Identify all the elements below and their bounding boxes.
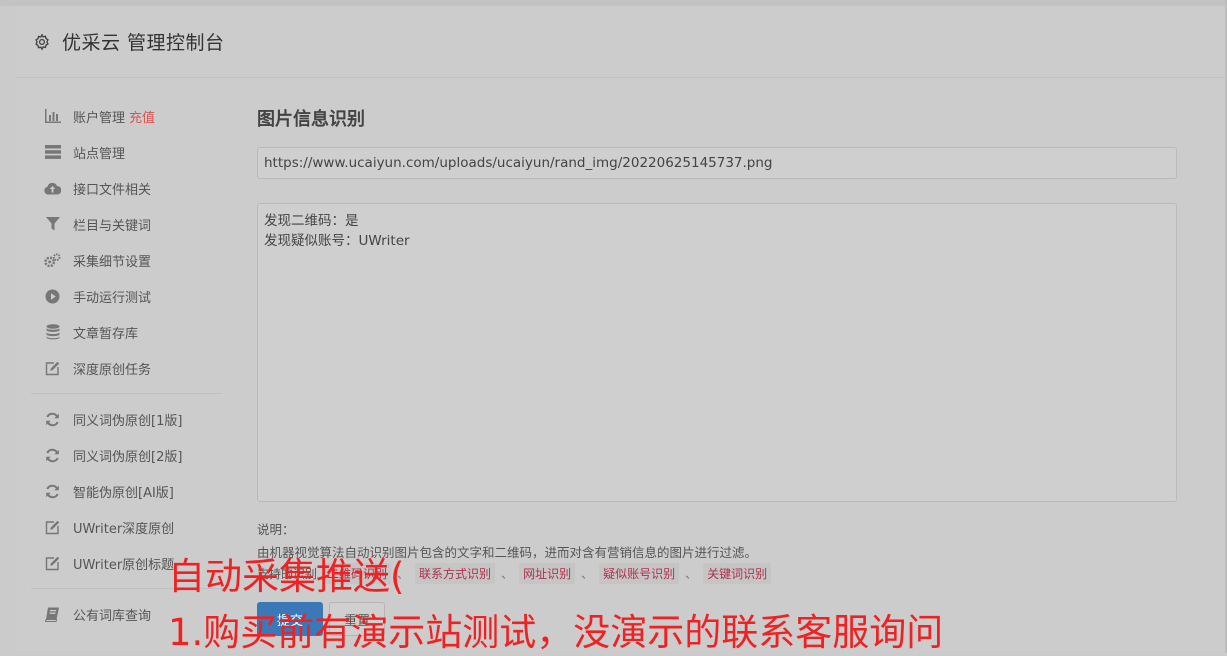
sidebar-item-public-lexicon[interactable]: 公有词库查询 bbox=[31, 596, 222, 632]
supported-recognition-tags: 支持的识别 二维码识别 、 联系方式识别 、 网址识别 、 疑似账号识别 、 关… bbox=[257, 563, 772, 584]
sidebar-item-label: 站点管理 bbox=[73, 146, 126, 162]
tags-prefix: 支持的识别 bbox=[257, 567, 318, 581]
page-header: 优采云 管理控制台 bbox=[15, 6, 1226, 78]
tag-contact: 联系方式识别 bbox=[415, 563, 496, 584]
sidebar-item-article-storage[interactable]: 文章暂存库 bbox=[31, 314, 222, 350]
sidebar-divider bbox=[31, 588, 222, 589]
note-label: 说明： bbox=[257, 522, 295, 537]
sidebar-item-label: 接口文件相关 bbox=[73, 182, 152, 198]
recognition-result-textarea[interactable]: 发现二维码：是 发现疑似账号：UWriter bbox=[257, 203, 1177, 502]
sidebar-item-deep-original-task[interactable]: 深度原创任务 bbox=[31, 350, 222, 386]
sidebar-item-label: 深度原创任务 bbox=[73, 362, 152, 378]
sidebar-item-label: 智能伪原创[AI版] bbox=[73, 485, 174, 501]
tag-separator: 、 bbox=[501, 567, 514, 581]
admin-console: 优采云 管理控制台 账户管理 充值 站点管理 接口文件相关 栏目与关键词 采集细… bbox=[15, 6, 1226, 653]
tag-qrcode: 二维码识别 bbox=[323, 563, 392, 584]
sidebar-item-synonym-v2[interactable]: 同义词伪原创[2版] bbox=[31, 437, 222, 473]
bar-chart-icon bbox=[44, 108, 61, 125]
book-icon bbox=[44, 606, 61, 623]
tag-keyword: 关键词识别 bbox=[703, 563, 772, 584]
edit-icon bbox=[44, 519, 61, 536]
refresh-icon bbox=[44, 483, 61, 500]
sidebar-item-label: 手动运行测试 bbox=[73, 290, 152, 306]
sidebar-item-label: UWriter深度原创 bbox=[73, 521, 175, 537]
refresh-icon bbox=[44, 411, 61, 428]
sidebar-item-sites[interactable]: 站点管理 bbox=[31, 134, 222, 170]
sidebar-item-label: 同义词伪原创[1版] bbox=[73, 413, 183, 429]
sidebar-item-uwriter-deep[interactable]: UWriter深度原创 bbox=[31, 509, 222, 545]
sidebar-item-synonym-v1[interactable]: 同义词伪原创[1版] bbox=[31, 401, 222, 437]
submit-button[interactable]: 提交 bbox=[257, 602, 323, 636]
tag-separator: 、 bbox=[397, 567, 410, 581]
sidebar-item-collect-settings[interactable]: 采集细节设置 bbox=[31, 242, 222, 278]
sidebar-item-label: 文章暂存库 bbox=[73, 326, 139, 342]
cloud-upload-icon bbox=[44, 180, 61, 197]
sidebar-item-label: 采集细节设置 bbox=[73, 254, 152, 270]
section-title: 图片信息识别 bbox=[257, 109, 365, 130]
sidebar-item-label: UWriter原创标题 bbox=[73, 557, 175, 573]
sidebar-item-label: 同义词伪原创[2版] bbox=[73, 449, 183, 465]
refresh-icon bbox=[44, 447, 61, 464]
sidebar-item-manual-test[interactable]: 手动运行测试 bbox=[31, 278, 222, 314]
sidebar-item-label: 账户管理 bbox=[73, 110, 126, 126]
sidebar-item-uwriter-title[interactable]: UWriter原创标题 bbox=[31, 545, 222, 581]
sidebar-item-label: 栏目与关键词 bbox=[73, 218, 152, 234]
page-title: 优采云 管理控制台 bbox=[62, 32, 225, 54]
database-icon bbox=[44, 324, 61, 341]
note-description: 由机器视觉算法自动识别图片包含的文字和二维码，进而对含有营销信息的图片进行过滤。 bbox=[257, 545, 758, 560]
recharge-link[interactable]: 充值 bbox=[129, 107, 155, 126]
tag-separator: 、 bbox=[581, 567, 594, 581]
filter-icon bbox=[44, 216, 61, 233]
sidebar-item-columns-keywords[interactable]: 栏目与关键词 bbox=[31, 206, 222, 242]
sidebar-item-ai-rewrite[interactable]: 智能伪原创[AI版] bbox=[31, 473, 222, 509]
gear-icon bbox=[32, 32, 52, 52]
sidebar-item-label: 公有词库查询 bbox=[73, 608, 152, 624]
gears-icon bbox=[44, 252, 61, 269]
play-circle-icon bbox=[44, 288, 61, 305]
server-icon bbox=[44, 144, 61, 161]
edit-icon bbox=[44, 360, 61, 377]
image-url-input[interactable] bbox=[257, 147, 1177, 179]
tag-account: 疑似账号识别 bbox=[599, 563, 680, 584]
tag-url: 网址识别 bbox=[519, 563, 576, 584]
sidebar-nav: 账户管理 充值 站点管理 接口文件相关 栏目与关键词 采集细节设置 手动运行测试… bbox=[31, 98, 222, 632]
sidebar-item-account[interactable]: 账户管理 充值 bbox=[31, 98, 222, 134]
tag-separator: 、 bbox=[685, 567, 698, 581]
form-buttons: 提交 重置 bbox=[257, 602, 385, 636]
reset-button[interactable]: 重置 bbox=[329, 602, 385, 636]
main-content: 图片信息识别 发现二维码：是 发现疑似账号：UWriter 说明： 由机器视觉算… bbox=[257, 106, 1177, 636]
sidebar-divider bbox=[31, 393, 222, 394]
edit-icon bbox=[44, 555, 61, 572]
sidebar-item-api-files[interactable]: 接口文件相关 bbox=[31, 170, 222, 206]
